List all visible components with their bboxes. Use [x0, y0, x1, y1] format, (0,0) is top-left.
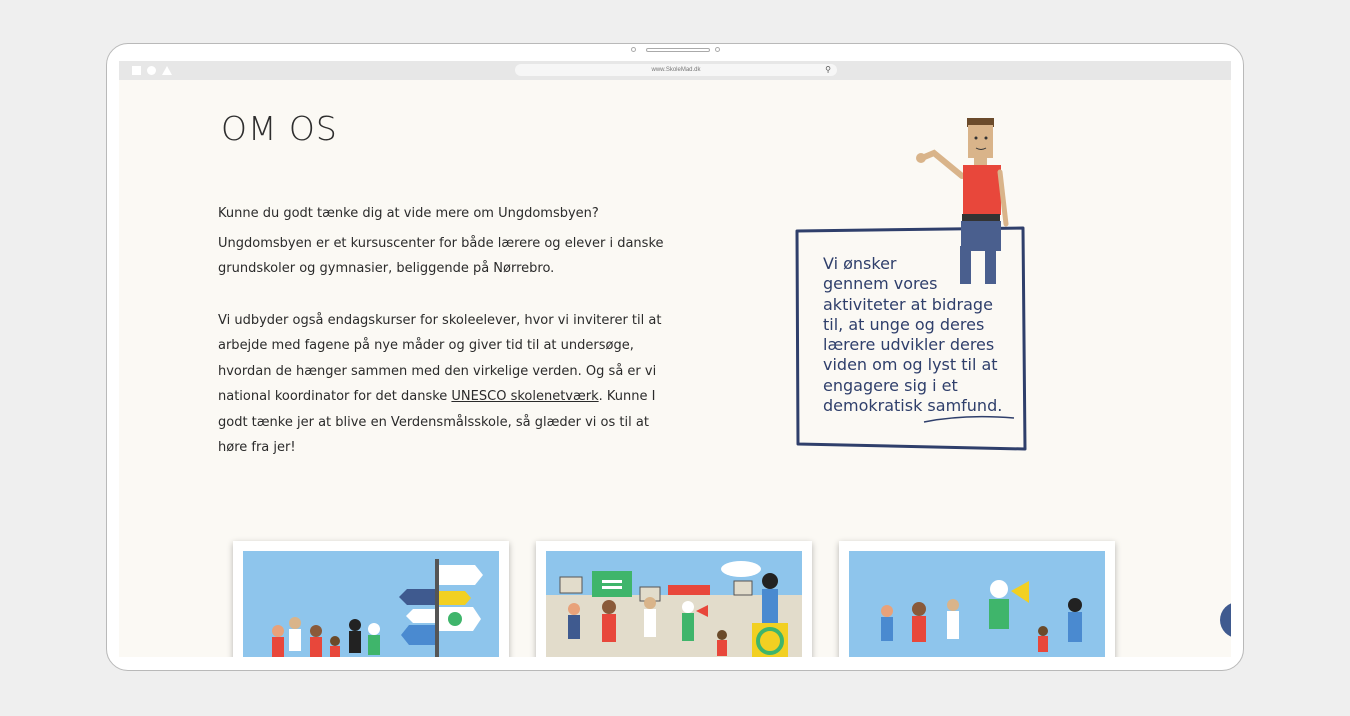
chat-button[interactable] — [1220, 602, 1231, 638]
circle-control-icon[interactable] — [147, 66, 156, 75]
address-bar[interactable]: www.SkoleMad.dk ⚲ — [515, 64, 837, 76]
waving-person-illustration — [916, 118, 1009, 284]
quote-line: lærere udvikler deres — [823, 335, 995, 355]
browser-screen: www.SkoleMad.dk ⚲ OM OS Kunne du godt tæ… — [119, 61, 1231, 657]
intro-question: Kunne du godt tænke dig at vide mere om … — [218, 206, 599, 221]
description-paragraph: Ungdomsbyen er et kursuscenter for både … — [218, 235, 664, 277]
triangle-control-icon[interactable] — [162, 66, 172, 75]
quote-line: engagere sig i et — [823, 375, 958, 395]
card-protest[interactable] — [536, 541, 812, 657]
search-icon[interactable]: ⚲ — [825, 64, 831, 76]
page-title: OM OS — [221, 109, 338, 148]
square-control-icon[interactable] — [132, 66, 141, 75]
quote-line: viden om og lyst til at — [823, 355, 998, 375]
browser-toolbar: www.SkoleMad.dk ⚲ — [119, 61, 1231, 80]
card-signpost[interactable] — [233, 541, 509, 657]
quote-line: til, at unge og deres — [823, 314, 985, 334]
window-controls — [132, 66, 172, 75]
url-text: www.SkoleMad.dk — [651, 67, 701, 73]
protest-illustration — [546, 551, 802, 657]
quote-line: aktiviteter at bidrage — [823, 294, 993, 314]
about-text: Kunne du godt tænke dig at vide mere om … — [218, 201, 668, 461]
details-paragraph: Vi udbyder også endagskurser for skoleel… — [218, 308, 668, 461]
sensor-dot — [715, 47, 720, 52]
camera-dot — [631, 47, 636, 52]
card-megaphone[interactable] — [839, 541, 1115, 657]
quote-line: demokratisk samfund. — [823, 396, 1003, 416]
speaker-slot — [646, 48, 710, 52]
megaphone-illustration — [849, 551, 1105, 657]
unesco-link[interactable]: UNESCO skolenetværk — [451, 389, 598, 404]
signpost-illustration — [243, 551, 499, 657]
